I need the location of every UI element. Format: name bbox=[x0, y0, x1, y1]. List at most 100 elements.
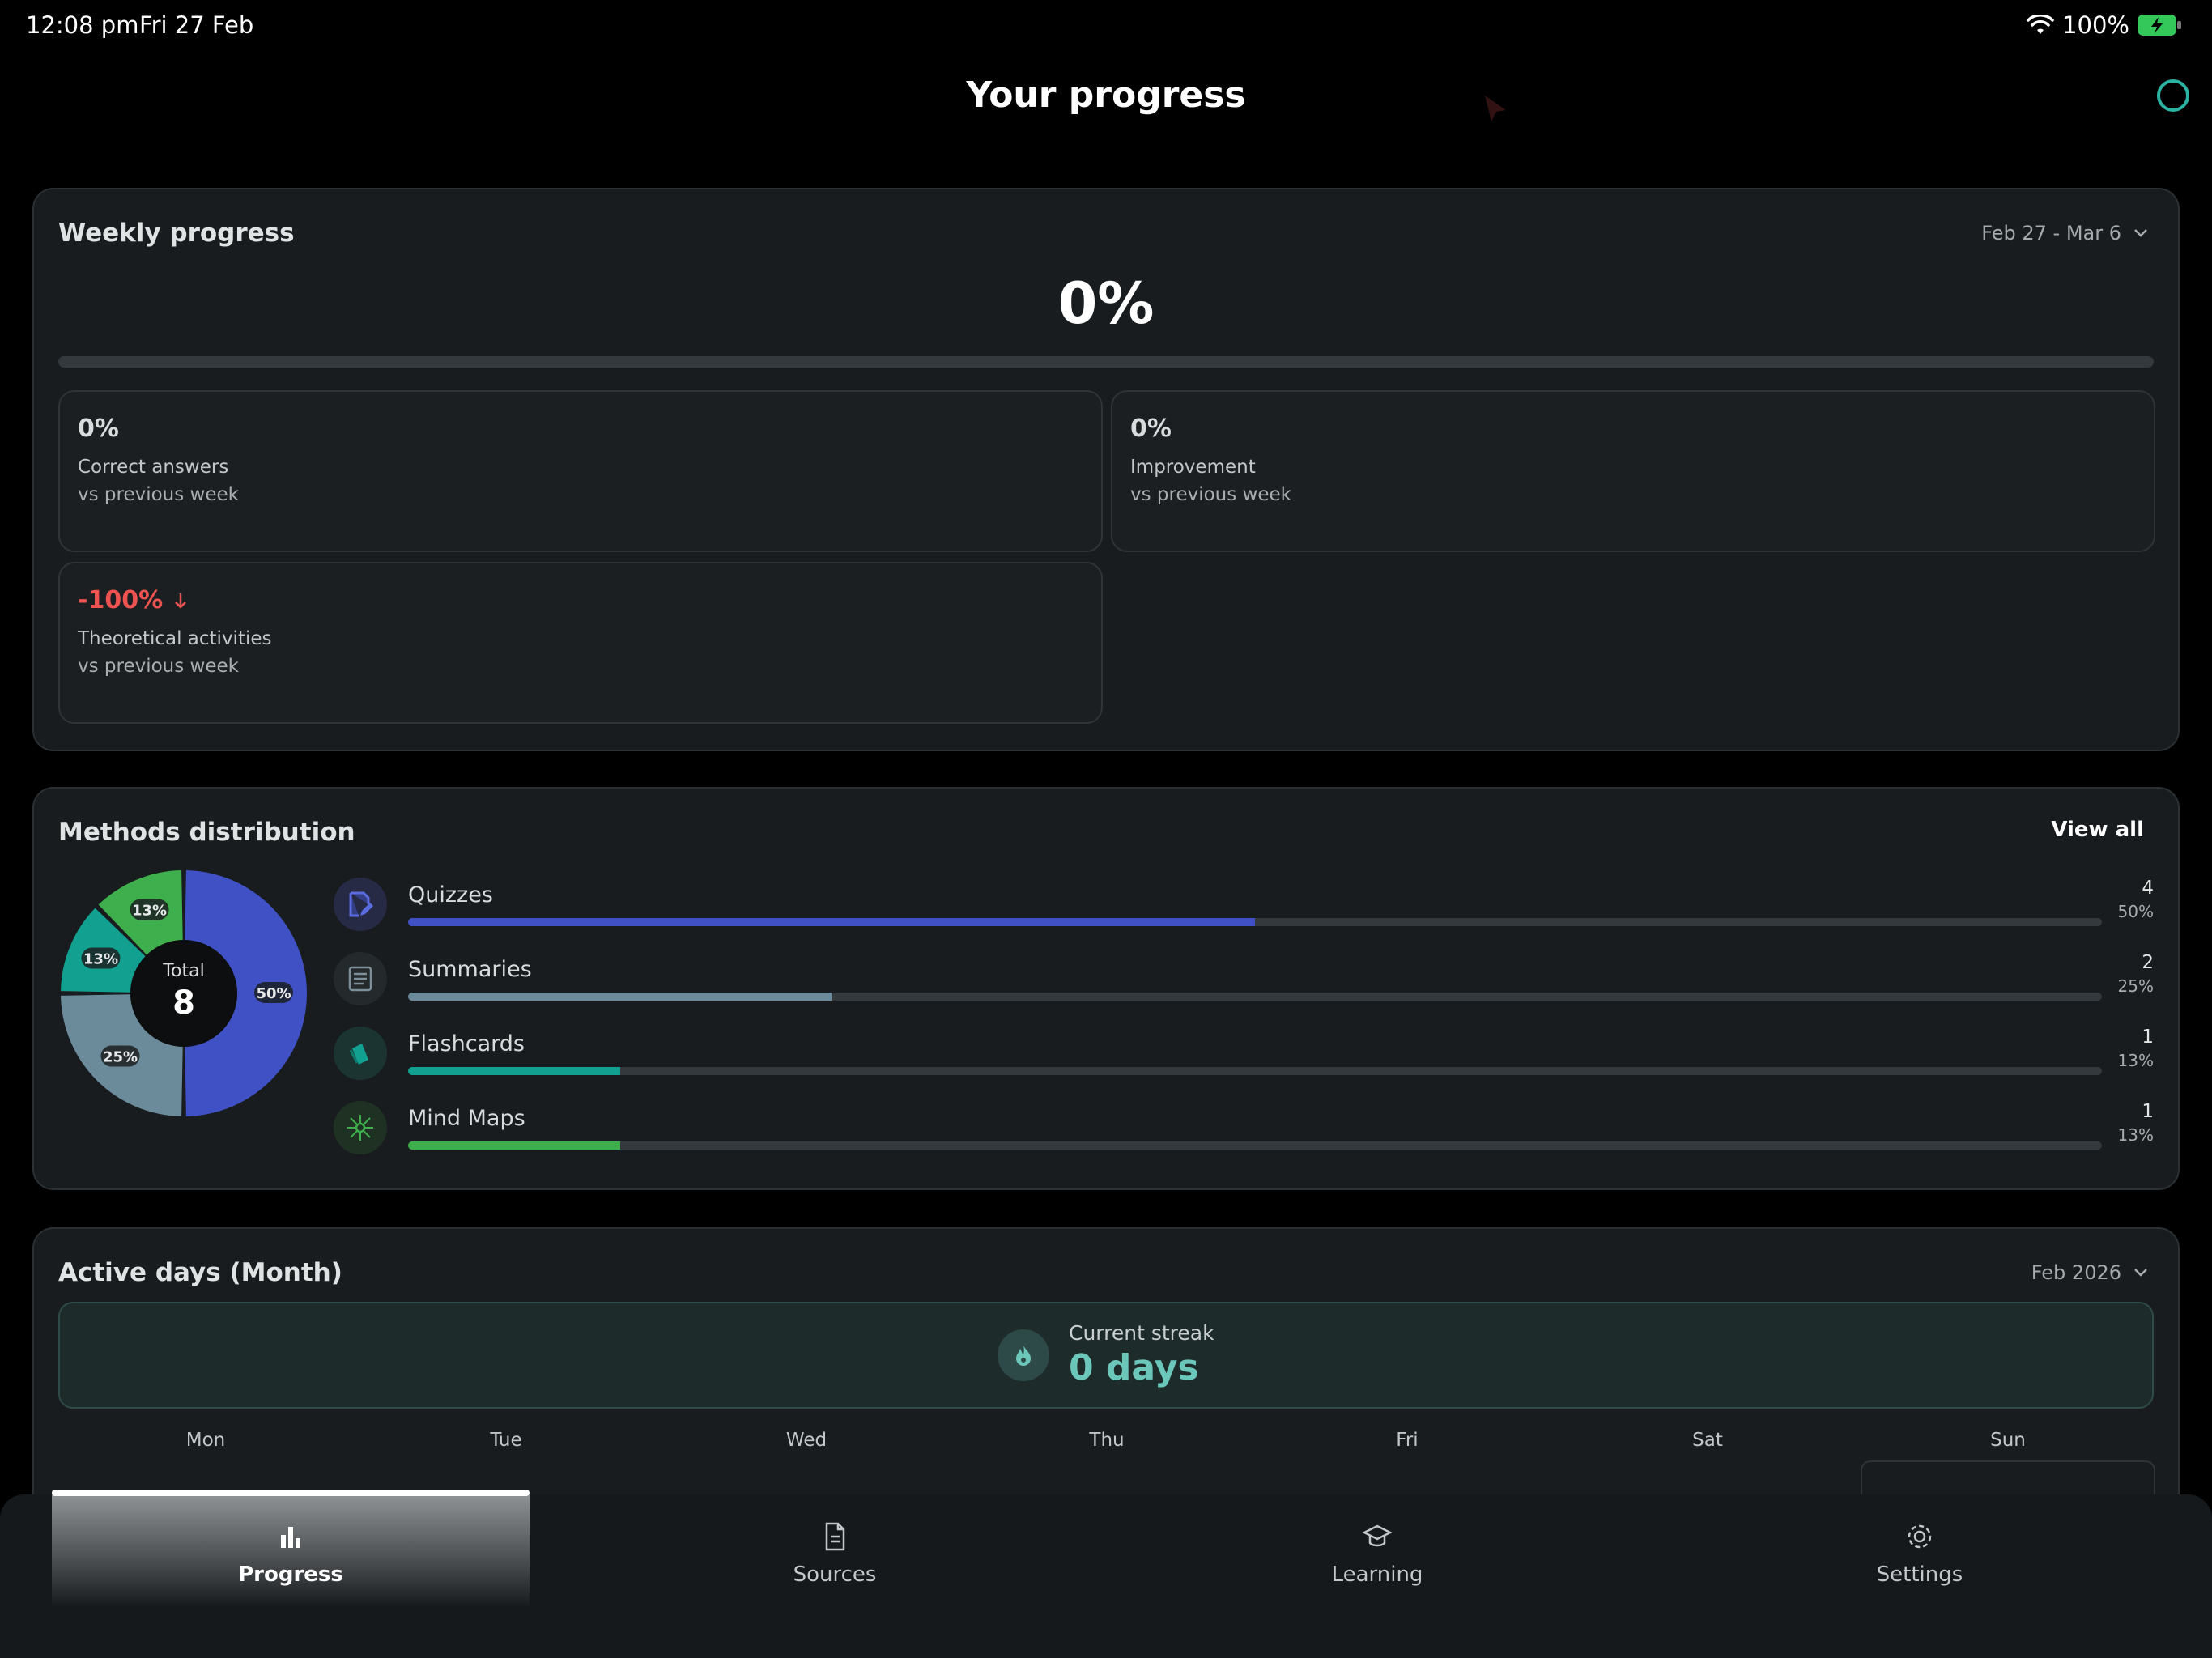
method-count: 1 bbox=[2142, 1101, 2154, 1122]
week-range-label: Feb 27 - Mar 6 bbox=[1981, 222, 2121, 244]
view-all-link[interactable]: View all bbox=[2051, 818, 2144, 842]
method-bar-track bbox=[408, 1141, 2102, 1150]
status-time: 12:08 pm bbox=[26, 11, 139, 39]
method-bar-fill bbox=[408, 993, 832, 1001]
svg-text:13%: 13% bbox=[83, 951, 118, 968]
nav-label: Progress bbox=[238, 1562, 343, 1587]
method-row-flashcards[interactable]: Flashcards 1 13% bbox=[334, 1027, 2154, 1091]
stat-improvement: 0% Improvement vs previous week bbox=[1111, 390, 2155, 552]
weekday-tue: Tue bbox=[490, 1430, 522, 1451]
svg-text:50%: 50% bbox=[256, 985, 291, 1002]
stat-value-text: -100% bbox=[78, 586, 164, 614]
gear-icon bbox=[1908, 1524, 1932, 1549]
streak-label: Current streak bbox=[1069, 1321, 1214, 1345]
method-bar-fill bbox=[408, 918, 1255, 926]
stat-sub: vs previous week bbox=[78, 484, 239, 505]
page-title: Your progress bbox=[966, 74, 1246, 116]
nav-sources[interactable]: Sources bbox=[596, 1494, 1074, 1608]
weekday-wed: Wed bbox=[785, 1430, 827, 1451]
method-name: Flashcards bbox=[408, 1031, 525, 1056]
method-percent: 13% bbox=[2117, 1125, 2154, 1145]
theme-toggle-icon[interactable] bbox=[2155, 78, 2191, 113]
weekday-mon: Mon bbox=[185, 1430, 226, 1451]
overall-progress-percent: 0% bbox=[1057, 270, 1155, 337]
donut-label-summaries: 25% bbox=[100, 1045, 140, 1067]
status-bar: 12:08 pm Fri 27 Feb 100% bbox=[0, 0, 2212, 52]
status-date: Fri 27 Feb bbox=[139, 11, 254, 39]
method-row-summaries[interactable]: Summaries 2 25% bbox=[334, 952, 2154, 1017]
bar-chart-icon bbox=[281, 1527, 300, 1548]
status-indicators: 100% bbox=[2027, 11, 2183, 39]
nav-progress[interactable]: Progress bbox=[52, 1494, 530, 1608]
methods-distribution-title: Methods distribution bbox=[58, 818, 355, 847]
active-days-title: Active days (Month) bbox=[58, 1258, 342, 1287]
month-dropdown[interactable]: Feb 2026 bbox=[2031, 1261, 2149, 1284]
wifi-icon bbox=[2027, 15, 2054, 34]
stat-correct-answers: 0% Correct answers vs previous week bbox=[58, 390, 1103, 552]
graduation-cap-icon bbox=[1362, 1524, 1393, 1547]
stat-value: 0% bbox=[78, 414, 119, 443]
overall-progress-bar bbox=[58, 356, 2154, 368]
document-lines-icon bbox=[334, 952, 387, 1005]
weekday-thu: Thu bbox=[1089, 1430, 1125, 1451]
cards-icon bbox=[334, 1027, 387, 1080]
method-percent: 25% bbox=[2117, 976, 2154, 996]
method-percent: 50% bbox=[2117, 902, 2154, 921]
nav-label: Settings bbox=[1876, 1562, 1963, 1587]
pointer-cursor-icon bbox=[1485, 96, 1506, 121]
method-percent: 13% bbox=[2117, 1051, 2154, 1070]
method-bar-track bbox=[408, 1067, 2102, 1075]
week-range-dropdown[interactable]: Feb 27 - Mar 6 bbox=[1981, 222, 2149, 244]
stat-label: Theoretical activities bbox=[78, 628, 272, 649]
month-label: Feb 2026 bbox=[2031, 1261, 2121, 1284]
weekday-sun: Sun bbox=[1990, 1430, 2026, 1451]
method-bar-fill bbox=[408, 1141, 620, 1150]
current-streak-box: Current streak 0 days bbox=[58, 1302, 2154, 1409]
chevron-down-icon bbox=[2134, 229, 2147, 237]
method-count: 4 bbox=[2142, 878, 2154, 899]
donut-label-mind-maps: 13% bbox=[130, 899, 169, 920]
nav-settings[interactable]: Settings bbox=[1681, 1494, 2159, 1608]
method-name: Mind Maps bbox=[408, 1106, 525, 1131]
weekly-progress-title: Weekly progress bbox=[58, 219, 295, 248]
method-name: Summaries bbox=[408, 957, 532, 982]
active-days-card: Active days (Month) Feb 2026 Current str… bbox=[32, 1227, 2180, 1535]
nav-label: Learning bbox=[1331, 1562, 1423, 1587]
nav-label: Sources bbox=[793, 1562, 877, 1587]
arrow-down-icon bbox=[175, 593, 187, 609]
flame-icon bbox=[998, 1329, 1049, 1381]
method-bar-track bbox=[408, 918, 2102, 926]
battery-percent: 100% bbox=[2062, 11, 2129, 39]
stat-theoretical-activities: -100% Theoretical activities vs previous… bbox=[58, 562, 1103, 724]
streak-value: 0 days bbox=[1069, 1347, 1199, 1388]
stat-sub: vs previous week bbox=[1130, 484, 1291, 505]
weekday-fri: Fri bbox=[1396, 1430, 1419, 1451]
donut-label-quizzes: 50% bbox=[254, 982, 293, 1003]
stat-sub: vs previous week bbox=[78, 656, 239, 677]
method-row-quizzes[interactable]: Quizzes 4 50% bbox=[334, 878, 2154, 942]
active-tab-indicator bbox=[52, 1490, 530, 1496]
nav-learning[interactable]: Learning bbox=[1138, 1494, 1616, 1608]
svg-text:13%: 13% bbox=[132, 902, 167, 919]
donut-total-label: Total bbox=[162, 961, 204, 981]
weekly-progress-card: Weekly progress Feb 27 - Mar 6 0% 0% Cor… bbox=[32, 188, 2180, 751]
stat-value: 0% bbox=[1130, 414, 1172, 443]
methods-distribution-card: Methods distribution View all Total 8 50… bbox=[32, 787, 2180, 1190]
stat-value-negative: -100% bbox=[78, 586, 189, 614]
method-bar-track bbox=[408, 993, 2102, 1001]
file-icon bbox=[825, 1522, 845, 1551]
stat-label: Correct answers bbox=[78, 457, 229, 478]
method-count: 1 bbox=[2142, 1027, 2154, 1048]
donut-total-value: 8 bbox=[172, 984, 195, 1022]
method-row-mind-maps[interactable]: Mind Maps 1 13% bbox=[334, 1101, 2154, 1166]
methods-donut-chart: Total 8 50% 25% 13% 13% bbox=[61, 870, 307, 1116]
method-count: 2 bbox=[2142, 952, 2154, 973]
weekday-sat: Sat bbox=[1692, 1430, 1723, 1451]
chevron-down-icon bbox=[2134, 1269, 2147, 1277]
method-name: Quizzes bbox=[408, 882, 493, 908]
network-icon bbox=[334, 1101, 387, 1154]
stat-label: Improvement bbox=[1130, 457, 1256, 478]
donut-label-flashcards: 13% bbox=[81, 947, 121, 969]
svg-text:25%: 25% bbox=[103, 1048, 138, 1065]
bottom-nav: Progress Sources Learning Settings bbox=[0, 1494, 2212, 1658]
